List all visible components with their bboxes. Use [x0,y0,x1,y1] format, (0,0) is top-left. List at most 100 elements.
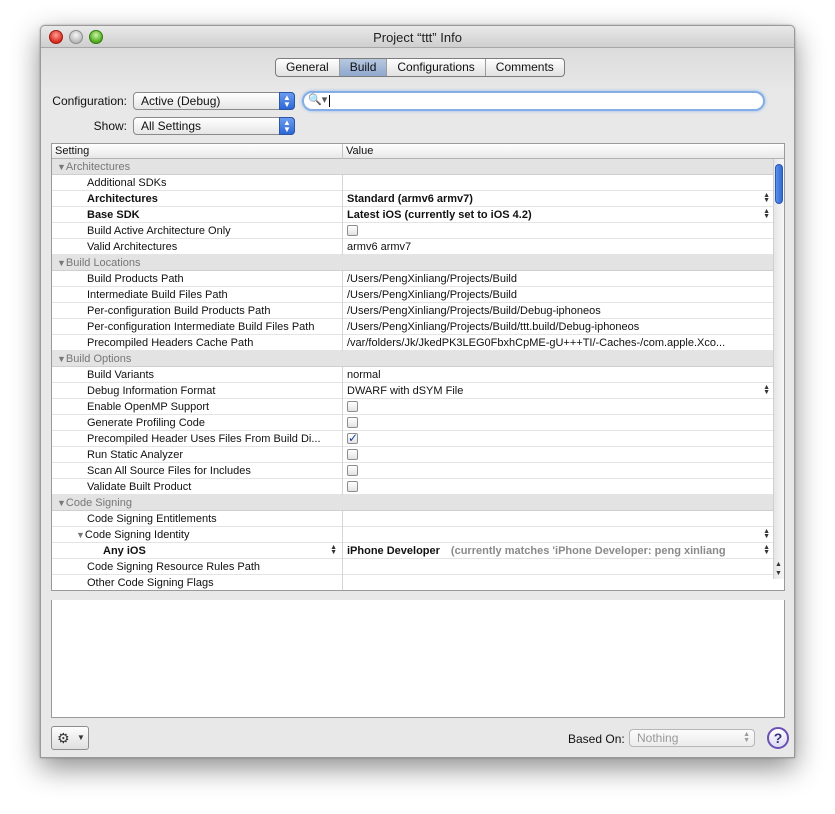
checkbox[interactable] [347,464,358,476]
value-cell[interactable] [343,399,774,415]
value-cell[interactable] [343,175,774,191]
table-row[interactable]: Architectures Standard (armv6 armv7) ▲ ▼ [52,191,774,207]
table-row[interactable]: Validate Built Product [52,479,774,495]
setting-cell: Build Variants [52,367,343,383]
setting-value: Latest iOS (currently set to iOS 4.2) [347,209,532,221]
value-cell[interactable]: /Users/PengXinliang/Projects/Build/Debug… [343,303,774,319]
column-header-value[interactable]: Value [343,144,373,159]
table-row[interactable]: Per-configuration Intermediate Build Fil… [52,319,774,335]
action-menu-button[interactable]: ⚙ ▼ [51,726,89,750]
table-row[interactable]: Run Static Analyzer [52,447,774,463]
value-cell[interactable]: /Users/PengXinliang/Projects/Build [343,271,774,287]
checkbox[interactable] [347,448,358,460]
value-cell[interactable] [343,447,774,463]
value-cell[interactable]: /Users/PengXinliang/Projects/Build [343,287,774,303]
checkbox[interactable] [347,224,358,236]
table-row[interactable]: Base SDK Latest iOS (currently set to iOS… [52,207,774,223]
value-cell[interactable]: iPhone Developer (currently matches 'iPho… [343,543,774,559]
value-cell[interactable] [343,463,774,479]
value-cell[interactable]: normal [343,367,774,383]
value-cell[interactable] [343,575,774,590]
value-cell[interactable]: armv6 armv7 [343,239,774,255]
table-row[interactable]: Additional SDKs [52,175,774,191]
tab-comments[interactable]: Comments [486,59,564,76]
value-cell[interactable]: Latest iOS (currently set to iOS 4.2) ▲ ▼ [343,207,774,223]
scroll-down-arrow-icon[interactable]: ▼ [775,570,782,577]
table-row[interactable]: Scan All Source Files for Includes [52,463,774,479]
value-cell[interactable]: /Users/PengXinliang/Projects/Build/ttt.b… [343,319,774,335]
disclosure-triangle-icon[interactable]: ▼ [57,354,66,364]
group-row[interactable]: ▼Architectures [52,159,774,175]
value-cell[interactable] [343,223,774,239]
help-button[interactable]: ? [767,727,789,749]
setting-name: Code Signing Resource Rules Path [87,561,261,573]
disclosure-triangle-icon[interactable]: ▼ [57,498,66,508]
setting-cell: ▼Code Signing Identity [52,527,343,543]
search-field[interactable]: 🔍▾ [302,91,765,111]
disclosure-triangle-icon[interactable]: ▼ [76,530,85,540]
tab-build[interactable]: Build [339,59,388,76]
table-row[interactable]: Code Signing Entitlements [52,511,774,527]
stepper-arrows-icon[interactable]: ▲ ▼ [763,384,770,396]
configuration-popup[interactable]: Active (Debug) ▲ ▼ [133,92,295,110]
tab-configurations[interactable]: Configurations [387,59,486,76]
checkbox[interactable] [347,400,358,412]
table-row[interactable]: Debug Information Format DWARF with dSYM … [52,383,774,399]
table-row[interactable]: Intermediate Build Files Path/Users/Peng… [52,287,774,303]
table-row[interactable]: Per-configuration Build Products Path/Us… [52,303,774,319]
disclosure-triangle-icon[interactable]: ▼ [57,258,66,268]
group-row[interactable]: ▼Build Locations [52,255,774,271]
value-cell[interactable] [343,559,774,575]
based-on-popup[interactable]: Nothing ▲ ▼ [629,729,755,747]
value-cell[interactable]: DWARF with dSYM File ▲ ▼ [343,383,774,399]
setting-cell: Scan All Source Files for Includes [52,463,343,479]
table-row[interactable]: Generate Profiling Code [52,415,774,431]
disclosure-triangle-icon[interactable]: ▼ [57,162,66,172]
scroll-thumb[interactable] [775,164,783,204]
setting-cell: Build Products Path [52,271,343,287]
setting-cell: Per-configuration Build Products Path [52,303,343,319]
stepper-arrows-icon[interactable]: ▲ ▼ [763,528,770,540]
value-cell[interactable]: /var/folders/Jk/JkedPK3LEG0FbxhCpME-gU++… [343,335,774,351]
column-header-setting[interactable]: Setting [52,144,343,159]
chevron-down-icon: ▼ [77,733,85,742]
table-row[interactable]: Precompiled Header Uses Files From Build… [52,431,774,447]
value-cell[interactable] [343,511,774,527]
stepper-arrows-icon[interactable]: ▲ ▼ [763,208,770,220]
table-row[interactable]: Precompiled Headers Cache Path/var/folde… [52,335,774,351]
value-cell[interactable] [343,415,774,431]
value-cell[interactable]: ▲ ▼ [343,527,774,543]
stepper-arrows-icon[interactable]: ▲ ▼ [763,192,770,204]
title-bar[interactable]: Project “ttt” Info [41,26,794,48]
table-row[interactable]: Code Signing Resource Rules Path [52,559,774,575]
stepper-arrows-icon[interactable]: ▲ ▼ [330,544,337,556]
table-row[interactable]: Enable OpenMP Support [52,399,774,415]
setting-cell: ▼Build Options [52,351,774,367]
magnifier-icon: 🔍▾ [308,94,328,106]
value-cell[interactable] [343,479,774,495]
setting-name: Code Signing Identity [84,529,190,541]
setting-value: /Users/PengXinliang/Projects/Build/Debug… [347,305,601,317]
stepper-arrows-icon[interactable]: ▲ ▼ [763,544,770,556]
group-row[interactable]: ▼Build Options [52,351,774,367]
value-cell[interactable]: Standard (armv6 armv7) ▲ ▼ [343,191,774,207]
table-row[interactable]: Other Code Signing Flags [52,575,774,590]
checkbox-checked[interactable] [347,431,358,446]
checkbox[interactable] [347,480,358,492]
show-popup[interactable]: All Settings ▲ ▼ [133,117,295,135]
vertical-scrollbar[interactable]: ▲ ▼ [773,159,784,579]
setting-name: Run Static Analyzer [87,449,183,461]
value-cell[interactable] [343,431,774,447]
table-row[interactable]: Any iOS ▲ ▼ iPhone Developer (currently matc… [52,543,774,559]
tab-general[interactable]: General [276,59,340,76]
table-row[interactable]: Build Products Path/Users/PengXinliang/P… [52,271,774,287]
scroll-up-arrow-icon[interactable]: ▲ [775,561,782,568]
group-row[interactable]: ▼Code Signing [52,495,774,511]
setting-value: Standard (armv6 armv7) [347,193,473,205]
table-row[interactable]: Build Active Architecture Only [52,223,774,239]
table-row[interactable]: Build Variants normal [52,367,774,383]
table-row[interactable]: ▼Code Signing Identity ▲ ▼ [52,527,774,543]
setting-cell: Enable OpenMP Support [52,399,343,415]
checkbox[interactable] [347,416,358,428]
table-row[interactable]: Valid Architectures armv6 armv7 [52,239,774,255]
